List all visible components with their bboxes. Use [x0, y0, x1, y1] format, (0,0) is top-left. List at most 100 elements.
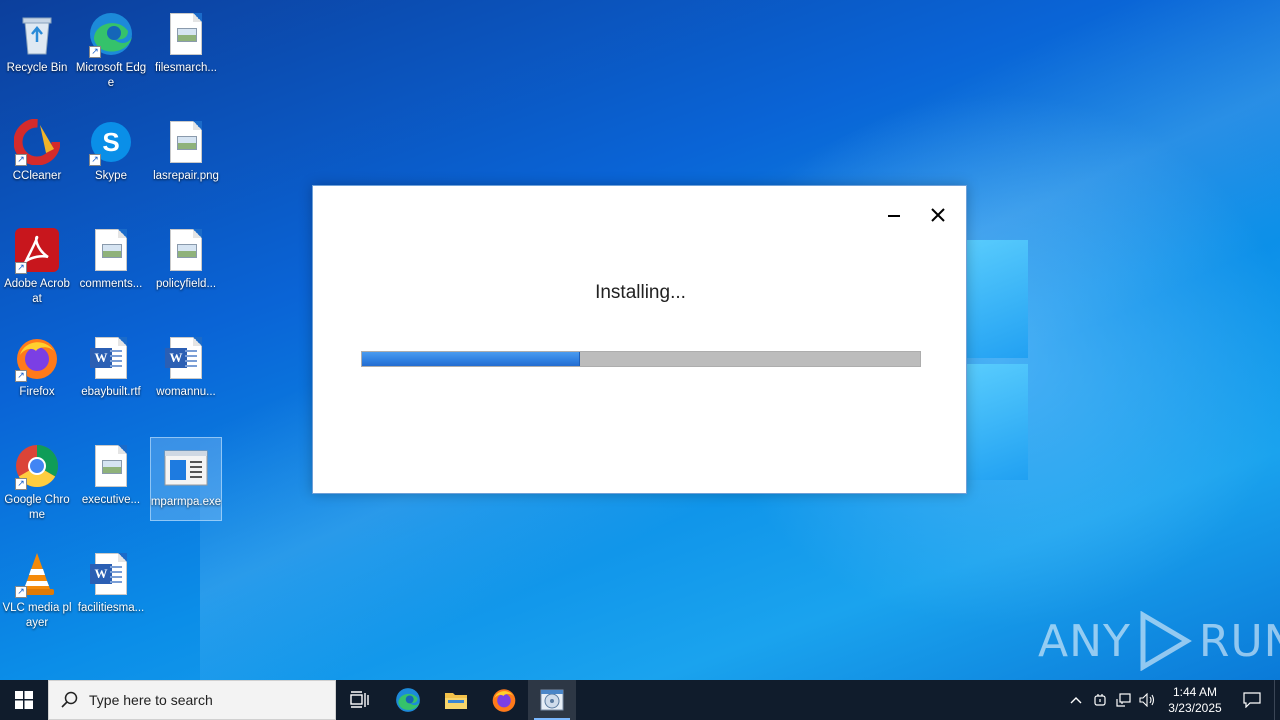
installing-status-text: Installing...	[595, 282, 686, 303]
desktop-icon-womannu[interactable]: W womannu...	[150, 328, 222, 418]
icon-label: lasrepair.png	[153, 170, 219, 182]
desktop-icon-firefox[interactable]: ↗ Firefox	[1, 328, 73, 418]
taskbar-installer-button[interactable]	[528, 680, 576, 720]
desktop-icon-skype[interactable]: S ↗ Skype	[75, 112, 147, 202]
desktop-icon-executive[interactable]: executive...	[75, 436, 147, 526]
icon-label: Google Chrome	[4, 494, 70, 521]
desktop-icon-facilitiesma[interactable]: W facilitiesma...	[75, 544, 147, 634]
taskbar-edge-button[interactable]	[384, 680, 432, 720]
anyrun-watermark: ANY RUN	[1038, 608, 1280, 674]
ccleaner-icon: ↗	[13, 118, 61, 166]
speaker-icon	[1139, 693, 1155, 707]
start-button[interactable]	[0, 680, 48, 720]
shortcut-arrow-icon: ↗	[89, 154, 101, 166]
desktop-icon-google-chrome[interactable]: ↗ Google Chrome	[1, 436, 73, 526]
notification-icon	[1243, 692, 1261, 708]
desktop-icon-comments[interactable]: comments...	[75, 220, 147, 310]
recycle-bin-icon	[13, 10, 61, 58]
network-button[interactable]	[1112, 680, 1136, 720]
windows-start-icon	[15, 691, 33, 709]
close-button[interactable]	[923, 200, 953, 230]
clock[interactable]: 1:44 AM 3/23/2025	[1160, 684, 1230, 716]
image-file-icon	[162, 10, 210, 58]
adobe-acrobat-icon: ↗	[13, 226, 61, 274]
show-desktop-button[interactable]	[1274, 680, 1280, 720]
desktop-icon-mparmpa-exe[interactable]: mparmpa.exe	[150, 437, 222, 521]
watermark-run-text: RUN	[1198, 615, 1280, 667]
firefox-icon	[492, 689, 516, 712]
icon-label: Recycle Bin	[6, 62, 68, 74]
firefox-icon: ↗	[13, 334, 61, 382]
desktop-icon-filesmarch[interactable]: filesmarch...	[150, 4, 222, 94]
taskbar: Type here to search 1:44 AM 3/23/2025	[0, 680, 1280, 720]
show-hidden-icons-button[interactable]	[1064, 680, 1088, 720]
installer-disc-icon	[540, 689, 564, 711]
shortcut-arrow-icon: ↗	[15, 478, 27, 490]
taskbar-search-box[interactable]: Type here to search	[48, 680, 336, 720]
action-center-button[interactable]	[1230, 680, 1274, 720]
install-progress-fill	[362, 352, 580, 366]
desktop-icon-vlc[interactable]: ↗ VLC media player	[1, 544, 73, 634]
desktop-icon-ebaybuilt[interactable]: W ebaybuilt.rtf	[75, 328, 147, 418]
svg-text:S: S	[102, 127, 119, 157]
image-file-icon	[87, 442, 135, 490]
shortcut-arrow-icon: ↗	[15, 154, 27, 166]
close-icon	[931, 208, 945, 222]
shortcut-arrow-icon: ↗	[15, 370, 27, 382]
chevron-up-icon	[1070, 697, 1082, 704]
icon-label: womannu...	[156, 386, 216, 398]
desktop-icon-adobe-acrobat[interactable]: ↗ Adobe Acrobat	[1, 220, 73, 310]
icon-label: comments...	[79, 278, 143, 290]
clock-date: 3/23/2025	[1168, 701, 1222, 715]
icon-label: facilitiesma...	[77, 602, 145, 614]
shortcut-arrow-icon: ↗	[89, 46, 101, 58]
search-icon	[61, 691, 78, 708]
desktop-icon-ccleaner[interactable]: ↗ CCleaner	[1, 112, 73, 202]
network-icon	[1116, 693, 1131, 707]
clock-time: 1:44 AM	[1172, 685, 1218, 699]
folder-icon	[445, 693, 467, 709]
icon-label: Firefox	[19, 386, 55, 398]
icon-label: CCleaner	[12, 170, 62, 182]
icon-label: Microsoft Edge	[75, 62, 147, 89]
vlc-cone-icon: ↗	[13, 550, 61, 598]
image-file-icon	[162, 118, 210, 166]
image-file-icon	[87, 226, 135, 274]
icon-label: executive...	[81, 494, 141, 506]
shortcut-arrow-icon: ↗	[15, 262, 27, 274]
icon-label: Skype	[95, 170, 127, 182]
microsoft-edge-icon: ↗	[87, 10, 135, 58]
desktop-icon-recycle-bin[interactable]: Recycle Bin	[1, 4, 73, 94]
word-document-icon: W	[87, 550, 135, 598]
tray-device-button[interactable]	[1088, 680, 1112, 720]
install-progress-bar	[361, 351, 921, 367]
desktop-icon-policyfield[interactable]: policyfield...	[150, 220, 222, 310]
icon-label: mparmpa.exe	[150, 496, 222, 508]
system-tray: 1:44 AM 3/23/2025	[1064, 680, 1280, 720]
search-placeholder: Type here to search	[89, 692, 213, 708]
icon-label: policyfield...	[155, 278, 217, 290]
taskbar-file-explorer-button[interactable]	[432, 680, 480, 720]
task-view-icon	[350, 691, 369, 708]
icon-label: filesmarch...	[155, 62, 217, 74]
task-view-button[interactable]	[336, 680, 384, 720]
microsoft-edge-icon	[396, 688, 420, 712]
icon-label: VLC media player	[2, 602, 72, 629]
minimize-button[interactable]	[879, 200, 909, 230]
desktop: Recycle Bin ↗ CCleaner ↗ Adobe Acrobat ↗…	[0, 0, 1280, 680]
desktop-icon-microsoft-edge[interactable]: ↗ Microsoft Edge	[75, 4, 147, 94]
minimize-icon	[888, 215, 900, 217]
word-document-icon: W	[162, 334, 210, 382]
device-icon	[1094, 694, 1106, 706]
volume-button[interactable]	[1136, 680, 1160, 720]
shortcut-arrow-icon: ↗	[15, 586, 27, 598]
play-triangle-icon	[1140, 611, 1192, 671]
executable-window-icon	[162, 444, 210, 492]
installer-window: Installing...	[312, 185, 967, 494]
icon-label: ebaybuilt.rtf	[81, 386, 141, 398]
icon-label: Adobe Acrobat	[4, 278, 70, 305]
desktop-icon-lasrepair[interactable]: lasrepair.png	[150, 112, 222, 202]
taskbar-firefox-button[interactable]	[480, 680, 528, 720]
word-document-icon: W	[87, 334, 135, 382]
image-file-icon	[162, 226, 210, 274]
